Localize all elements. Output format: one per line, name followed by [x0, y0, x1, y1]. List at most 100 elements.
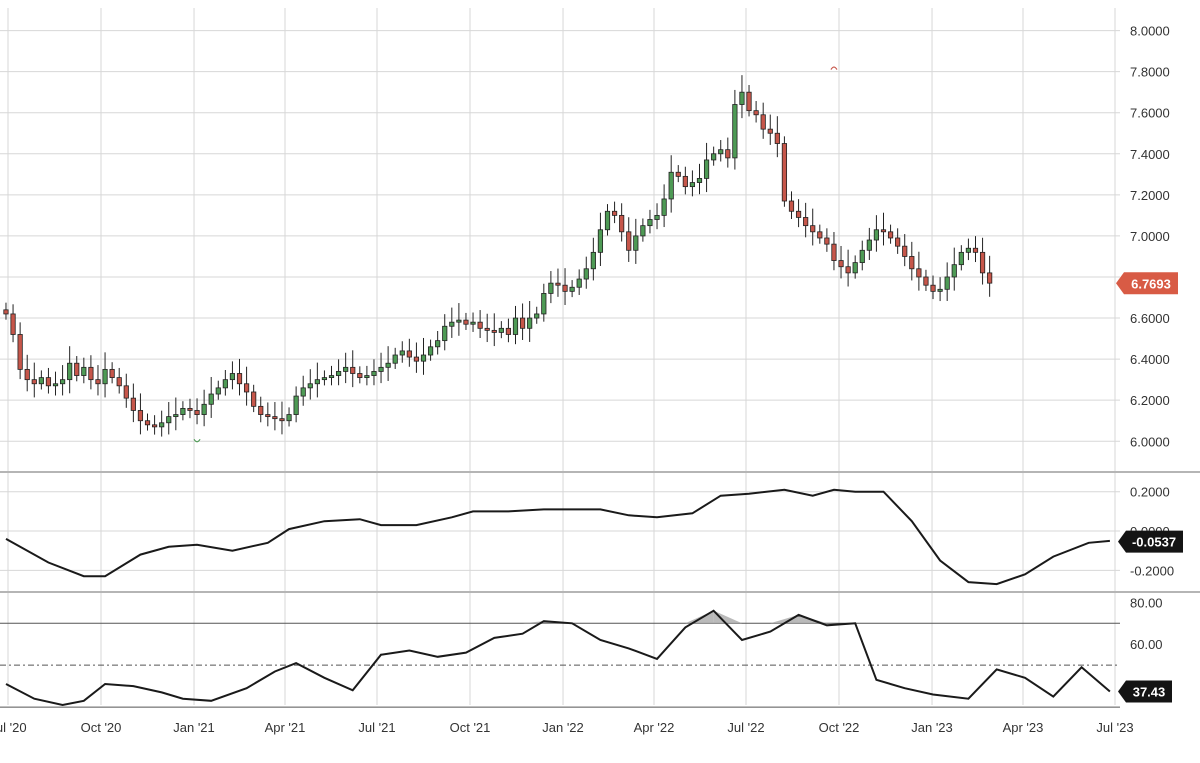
candle-body — [611, 210, 618, 216]
chart-canvas: Jul '20 Oct '20 Jan '21 Apr '21 Jul '21 Oct '… — [0, 8, 1200, 735]
y-tick-label: 7.0000 — [1130, 229, 1170, 244]
candle-body — [300, 387, 306, 397]
candle-body — [831, 243, 837, 261]
x-tick-label: Jul '23 — [1096, 720, 1133, 735]
candle-body — [265, 414, 271, 418]
indicator-1-last-label: -0.0537 — [1132, 535, 1176, 550]
x-tick-label: Jul '20 — [0, 720, 27, 735]
candle-body — [328, 375, 335, 378]
high-marker — [830, 66, 838, 70]
candle-body — [590, 251, 596, 270]
candle-body — [420, 354, 427, 362]
candle-body — [3, 309, 9, 315]
candle-body — [866, 239, 872, 251]
candle-body — [880, 229, 887, 233]
x-tick-label: Apr '23 — [1003, 720, 1044, 735]
x-tick-label: Jul '22 — [727, 720, 764, 735]
candle-body — [463, 319, 469, 325]
candle-body — [343, 366, 349, 372]
candle-body — [972, 247, 979, 253]
candle-body — [166, 416, 172, 424]
candle-body — [810, 225, 816, 233]
x-tick-label: Oct '21 — [450, 720, 491, 735]
candle-body — [633, 235, 639, 251]
candle-body — [725, 149, 731, 159]
oscillator-pane-2 — [0, 609, 1120, 708]
candle-body — [442, 325, 448, 342]
candle-body — [52, 383, 59, 387]
candle-body — [548, 282, 554, 294]
candle-body — [314, 379, 320, 385]
candle-body — [512, 317, 519, 335]
candle-body — [151, 424, 158, 428]
candle-body — [484, 327, 490, 331]
candle-body — [555, 282, 561, 286]
y-tick-label: 6.4000 — [1130, 352, 1170, 367]
candle-body — [689, 182, 696, 188]
candle-body — [364, 375, 370, 378]
candle-body — [116, 377, 122, 387]
candle-body — [109, 368, 115, 378]
candle-body — [824, 237, 830, 245]
candle-body — [718, 149, 724, 155]
candle-body — [378, 366, 384, 372]
candle-body — [696, 178, 703, 183]
y-tick-label: 7.8000 — [1130, 65, 1170, 80]
x-tick-label: Jan '22 — [542, 720, 584, 735]
candle-body — [144, 420, 151, 426]
candle-body — [987, 272, 993, 284]
candle-body — [251, 391, 257, 407]
y-tick-label: -0.2000 — [1130, 563, 1174, 578]
candle-body — [788, 200, 795, 212]
candle-body — [201, 403, 207, 415]
candle-body — [930, 284, 936, 292]
candle-body — [626, 231, 632, 251]
candle-body — [597, 229, 604, 253]
candle-body — [916, 268, 922, 278]
candle-body — [427, 346, 434, 356]
candle-body — [640, 225, 646, 237]
low-marker — [193, 438, 201, 443]
candle-body — [477, 321, 483, 329]
candle-body — [187, 407, 193, 411]
x-tick-label: Oct '22 — [819, 720, 860, 735]
candle-body — [767, 128, 773, 134]
candle-body — [583, 268, 589, 280]
candle-body — [67, 362, 73, 381]
candle-body — [222, 379, 228, 389]
candle-body — [909, 256, 915, 270]
candle-body — [895, 237, 901, 247]
candle-body — [10, 313, 16, 335]
candle-body — [59, 379, 66, 385]
y-tick-label: 80.00 — [1130, 595, 1163, 610]
candle-body — [965, 247, 972, 253]
candle-body — [435, 340, 441, 348]
candle-body — [194, 410, 200, 415]
candle-body — [604, 210, 611, 231]
candle-body — [923, 276, 929, 286]
candle-body — [852, 262, 858, 274]
axis-labels: Jul '20 Oct '20 Jan '21 Apr '21 Jul '21 Oct '… — [0, 24, 1183, 735]
candle-body — [873, 229, 880, 241]
candle-body — [668, 171, 674, 200]
y-tick-label: 7.2000 — [1130, 188, 1170, 203]
x-tick-label: Apr '21 — [265, 720, 306, 735]
candle-body — [619, 214, 625, 233]
candle-body — [24, 368, 30, 381]
candle-body — [661, 198, 667, 216]
indicator-2-line — [5, 609, 1111, 707]
candle-body — [173, 414, 179, 418]
y-tick-label: 60.00 — [1130, 637, 1163, 652]
candle-body — [456, 319, 462, 323]
candle-body — [951, 264, 957, 278]
candle-body — [38, 377, 44, 385]
grid-layer — [0, 8, 1200, 705]
y-tick-label: 7.4000 — [1130, 147, 1170, 162]
candle-body — [258, 405, 264, 415]
candle-body — [887, 231, 894, 239]
candle-body — [732, 104, 738, 159]
candle-body — [17, 334, 23, 370]
candle-body — [293, 395, 299, 415]
candle-body — [123, 385, 129, 399]
candle-body — [31, 379, 37, 385]
